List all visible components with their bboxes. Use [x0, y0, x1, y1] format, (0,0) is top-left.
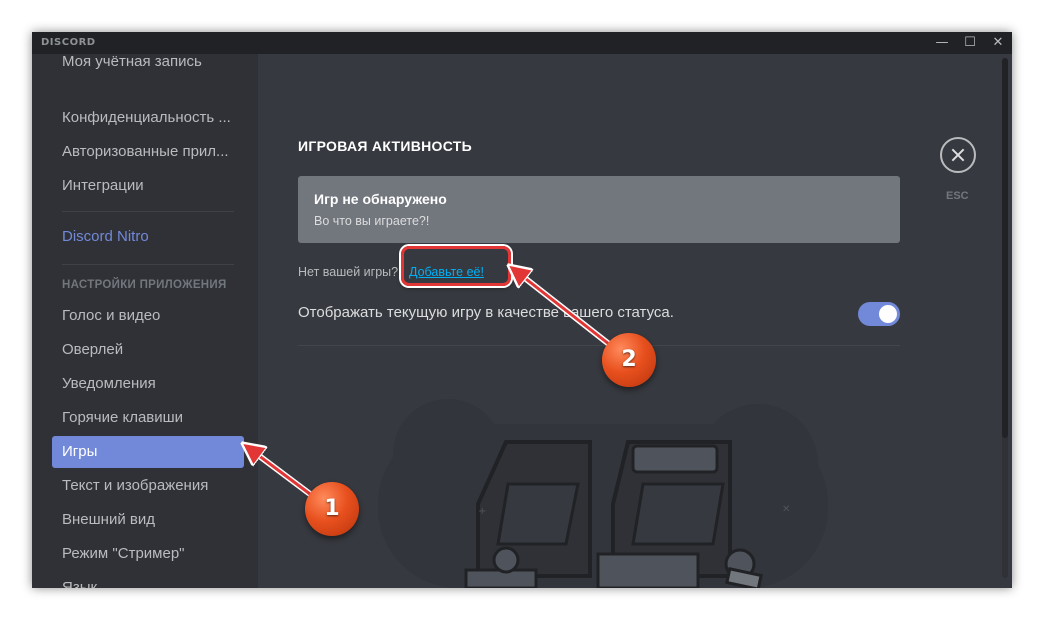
close-window-button[interactable]: ✕	[984, 34, 1012, 52]
step-marker-2: 2	[602, 333, 656, 387]
discord-logo: DISCORD	[41, 37, 96, 48]
annotation-arrows	[0, 0, 617, 503]
arrow-1	[246, 446, 319, 502]
maximize-button[interactable]: ☐	[956, 34, 984, 52]
minimize-button[interactable]: —	[928, 34, 956, 52]
step-marker-1: 1	[305, 482, 359, 536]
title-bar: DISCORD — ☐ ✕	[32, 32, 1012, 54]
arrow-2	[512, 268, 615, 350]
